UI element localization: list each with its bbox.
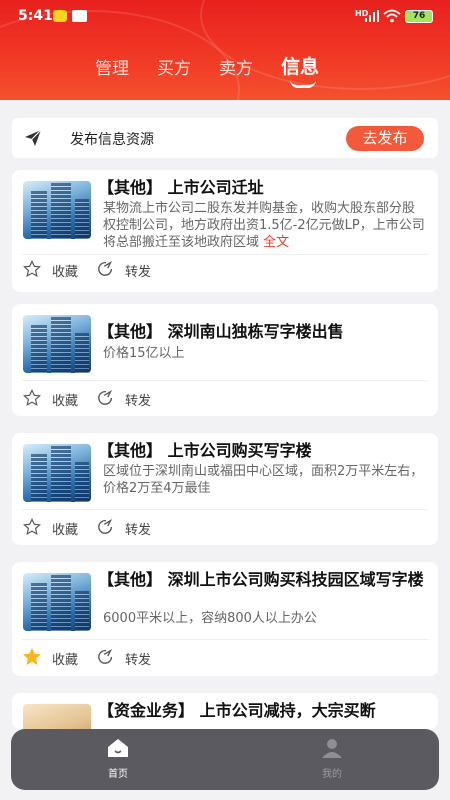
bottom-navigation: 首页 我的	[11, 729, 439, 790]
card-thumbnail	[23, 704, 91, 729]
active-tab-indicator	[290, 80, 316, 88]
card-title: 【其他】 上市公司迁址	[98, 178, 264, 197]
tab-manage[interactable]: 管理	[95, 54, 129, 79]
status-time: 5:41	[18, 8, 53, 24]
forward-button[interactable]: 转发	[125, 390, 151, 409]
tab-info[interactable]: 信息	[281, 52, 319, 79]
header: 5:41 HD 76 管理 买方 卖方 信息	[0, 0, 450, 100]
info-card[interactable]: 【其他】 上市公司迁址 某物流上市公司二股东发并购基金，收购大股东部分股权控制公…	[12, 170, 438, 292]
nav-home[interactable]: 首页	[88, 737, 148, 780]
forward-button[interactable]: 转发	[125, 649, 151, 668]
info-card[interactable]: 【其他】 深圳上市公司购买科技园区域写字楼 6000平米以上，容纳800人以上办…	[12, 562, 438, 676]
publish-label: 发布信息资源	[70, 132, 154, 148]
card-thumbnail	[23, 444, 91, 502]
share-icon[interactable]	[97, 389, 115, 407]
tab-buyer[interactable]: 买方	[157, 54, 191, 79]
share-icon[interactable]	[97, 518, 115, 536]
nav-home-label: 首页	[108, 769, 128, 780]
info-card[interactable]: 【其他】 上市公司购买写字楼 区域位于深圳南山或福田中心区域，面积2万平米左右，…	[12, 433, 438, 545]
favorite-button[interactable]: 收藏	[52, 519, 78, 538]
card-title: 【其他】 深圳南山独栋写字楼出售	[98, 322, 344, 341]
card-description: 6000平米以上，容纳800人以上办公	[103, 611, 317, 626]
nav-mine-label: 我的	[322, 769, 342, 780]
message-icon	[72, 10, 87, 22]
card-actions: 收藏 转发	[12, 258, 438, 282]
divider	[22, 254, 428, 255]
card-description: 价格15亿以上	[103, 346, 185, 361]
card-actions: 收藏 转发	[12, 516, 438, 540]
forward-button[interactable]: 转发	[125, 519, 151, 538]
favorite-button[interactable]: 收藏	[52, 390, 78, 409]
card-thumbnail	[23, 315, 91, 373]
forward-button[interactable]: 转发	[125, 261, 151, 280]
notification-app-icon	[53, 10, 67, 22]
publish-button[interactable]: 去发布	[346, 126, 424, 151]
send-icon	[25, 129, 42, 146]
star-filled-icon[interactable]	[23, 648, 41, 666]
user-icon	[322, 739, 342, 758]
home-icon	[108, 739, 128, 757]
read-more-link[interactable]: 全文	[263, 235, 289, 250]
signal-icon	[365, 10, 379, 22]
card-thumbnail	[23, 573, 91, 631]
divider	[22, 509, 428, 510]
card-title: 【资金业务】 上市公司减持，大宗买断	[98, 701, 376, 720]
info-card[interactable]: 【其他】 深圳南山独栋写字楼出售 价格15亿以上 收藏 转发	[12, 304, 438, 416]
share-icon[interactable]	[97, 260, 115, 278]
favorite-button[interactable]: 收藏	[52, 261, 78, 280]
card-thumbnail	[23, 181, 91, 239]
status-bar: 5:41 HD 76	[0, 0, 450, 34]
tab-seller[interactable]: 卖方	[219, 54, 253, 79]
card-description: 区域位于深圳南山或福田中心区域，面积2万平米左右，价格2万至4万最佳	[103, 464, 424, 496]
card-title: 【其他】 深圳上市公司购买科技园区域写字楼	[98, 570, 424, 589]
divider	[22, 380, 428, 381]
share-icon[interactable]	[97, 648, 115, 666]
wifi-icon	[383, 9, 401, 23]
card-actions: 收藏 转发	[12, 387, 438, 411]
star-icon[interactable]	[23, 518, 41, 536]
nav-mine[interactable]: 我的	[302, 737, 362, 780]
card-actions: 收藏 转发	[12, 646, 438, 670]
card-title: 【其他】 上市公司购买写字楼	[98, 441, 312, 460]
star-icon[interactable]	[23, 389, 41, 407]
battery-icon: 76	[405, 10, 433, 23]
star-icon[interactable]	[23, 260, 41, 278]
card-description: 某物流上市公司二股东发并购基金，收购大股东部分股权控制公司，地方政府出资1.5亿…	[103, 201, 425, 250]
info-card[interactable]: 【资金业务】 上市公司减持，大宗买断	[12, 693, 438, 729]
favorite-button[interactable]: 收藏	[52, 649, 78, 668]
top-tabs: 管理 买方 卖方 信息	[0, 52, 450, 92]
publish-bar: 发布信息资源 去发布	[12, 118, 438, 158]
divider	[22, 639, 428, 640]
